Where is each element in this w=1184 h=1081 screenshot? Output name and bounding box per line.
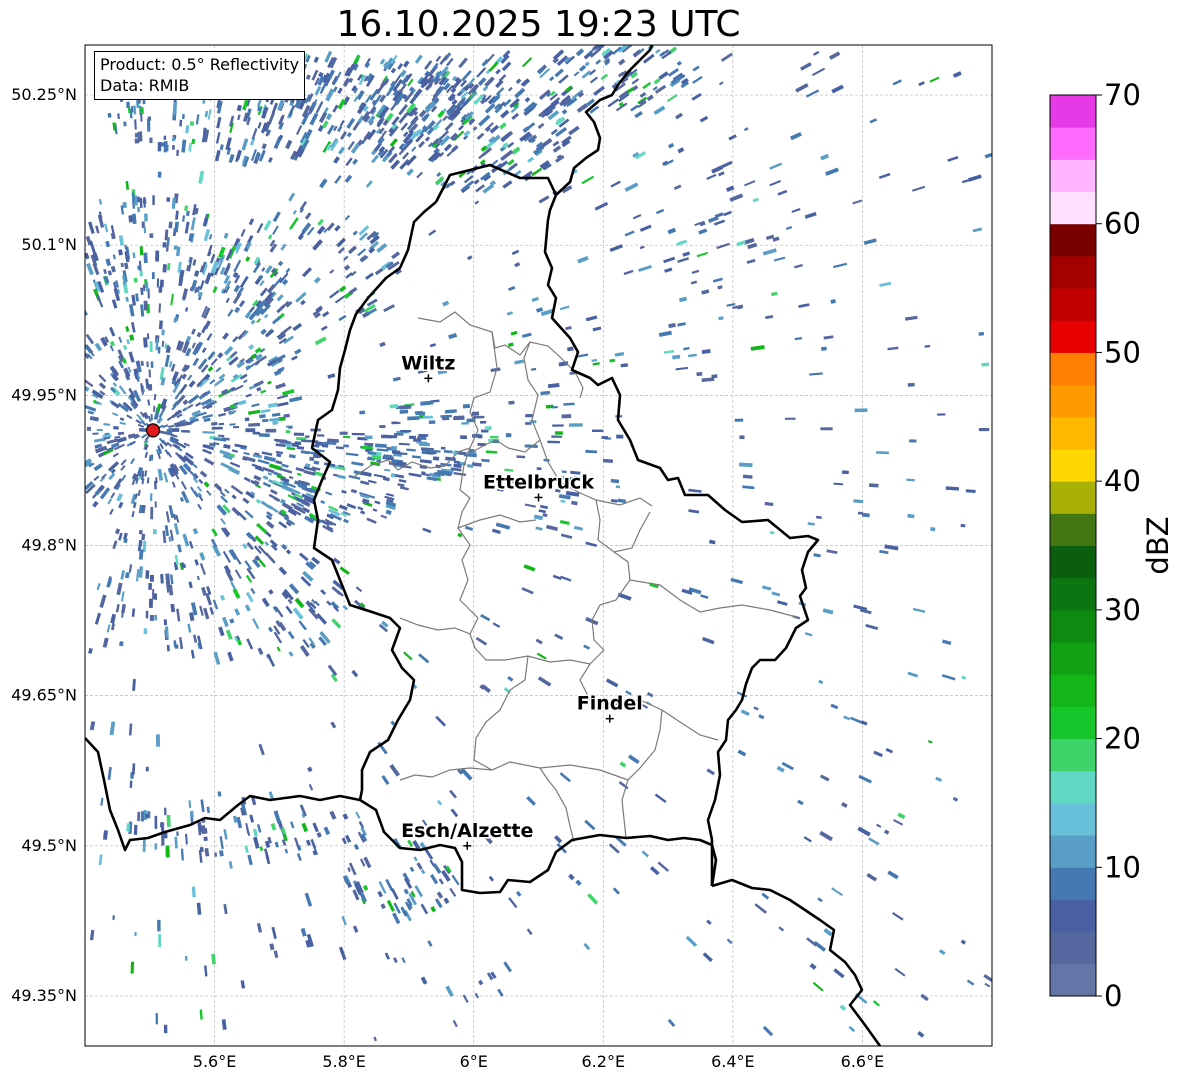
- colorbar-segment: [1050, 835, 1096, 868]
- colorbar-segment: [1050, 320, 1096, 353]
- colorbar-segment: [1050, 545, 1096, 579]
- colorbar-segment: [1050, 223, 1096, 257]
- colorbar-segment: [1050, 95, 1096, 128]
- product-info-box: Product: 0.5° Reflectivity Data: RMIB: [94, 51, 306, 100]
- colorbar-label: dBZ: [1141, 516, 1175, 574]
- colorbar-segment: [1050, 931, 1096, 965]
- colorbar-segment: [1050, 159, 1096, 193]
- data-source-label: Data: RMIB: [100, 76, 190, 95]
- colorbar-segment: [1050, 867, 1096, 900]
- colorbar-tick-label: 60: [1104, 207, 1141, 241]
- colorbar-segment: [1050, 191, 1096, 225]
- colorbar-tick-label: 50: [1104, 335, 1141, 369]
- colorbar-tick-label: 70: [1104, 78, 1141, 112]
- colorbar-tick-label: 40: [1104, 464, 1141, 498]
- colorbar-segment: [1050, 642, 1096, 675]
- colorbar-tick-label: 0: [1104, 979, 1122, 1013]
- colorbar-segment: [1050, 963, 1096, 997]
- colorbar-segment: [1050, 416, 1096, 450]
- colorbar-segment: [1050, 384, 1096, 418]
- colorbar-segment: [1050, 802, 1096, 836]
- colorbar: 0 10 20 30 40 50 60 70 dBZ: [1049, 78, 1175, 1013]
- colorbar-segment: [1050, 706, 1096, 740]
- colorbar-segment: [1050, 738, 1096, 772]
- colorbar-segment: [1050, 674, 1096, 707]
- product-label: Product: 0.5° Reflectivity: [100, 55, 300, 74]
- colorbar-segment: [1050, 770, 1096, 804]
- colorbar-tick-label: 10: [1104, 850, 1141, 884]
- colorbar-segment: [1050, 255, 1096, 289]
- colorbar-segment: [1050, 513, 1096, 546]
- colorbar-segment: [1050, 899, 1096, 933]
- colorbar-segment: [1050, 352, 1096, 386]
- colorbar-segment: [1050, 127, 1096, 160]
- colorbar-segment: [1050, 577, 1096, 611]
- colorbar-segment: [1050, 448, 1096, 482]
- colorbar-segment: [1050, 481, 1096, 514]
- colorbar-tick-label: 20: [1104, 722, 1141, 756]
- colorbar-segment: [1050, 288, 1096, 321]
- colorbar-segment: [1050, 609, 1096, 643]
- colorbar-tick-label: 30: [1104, 593, 1141, 627]
